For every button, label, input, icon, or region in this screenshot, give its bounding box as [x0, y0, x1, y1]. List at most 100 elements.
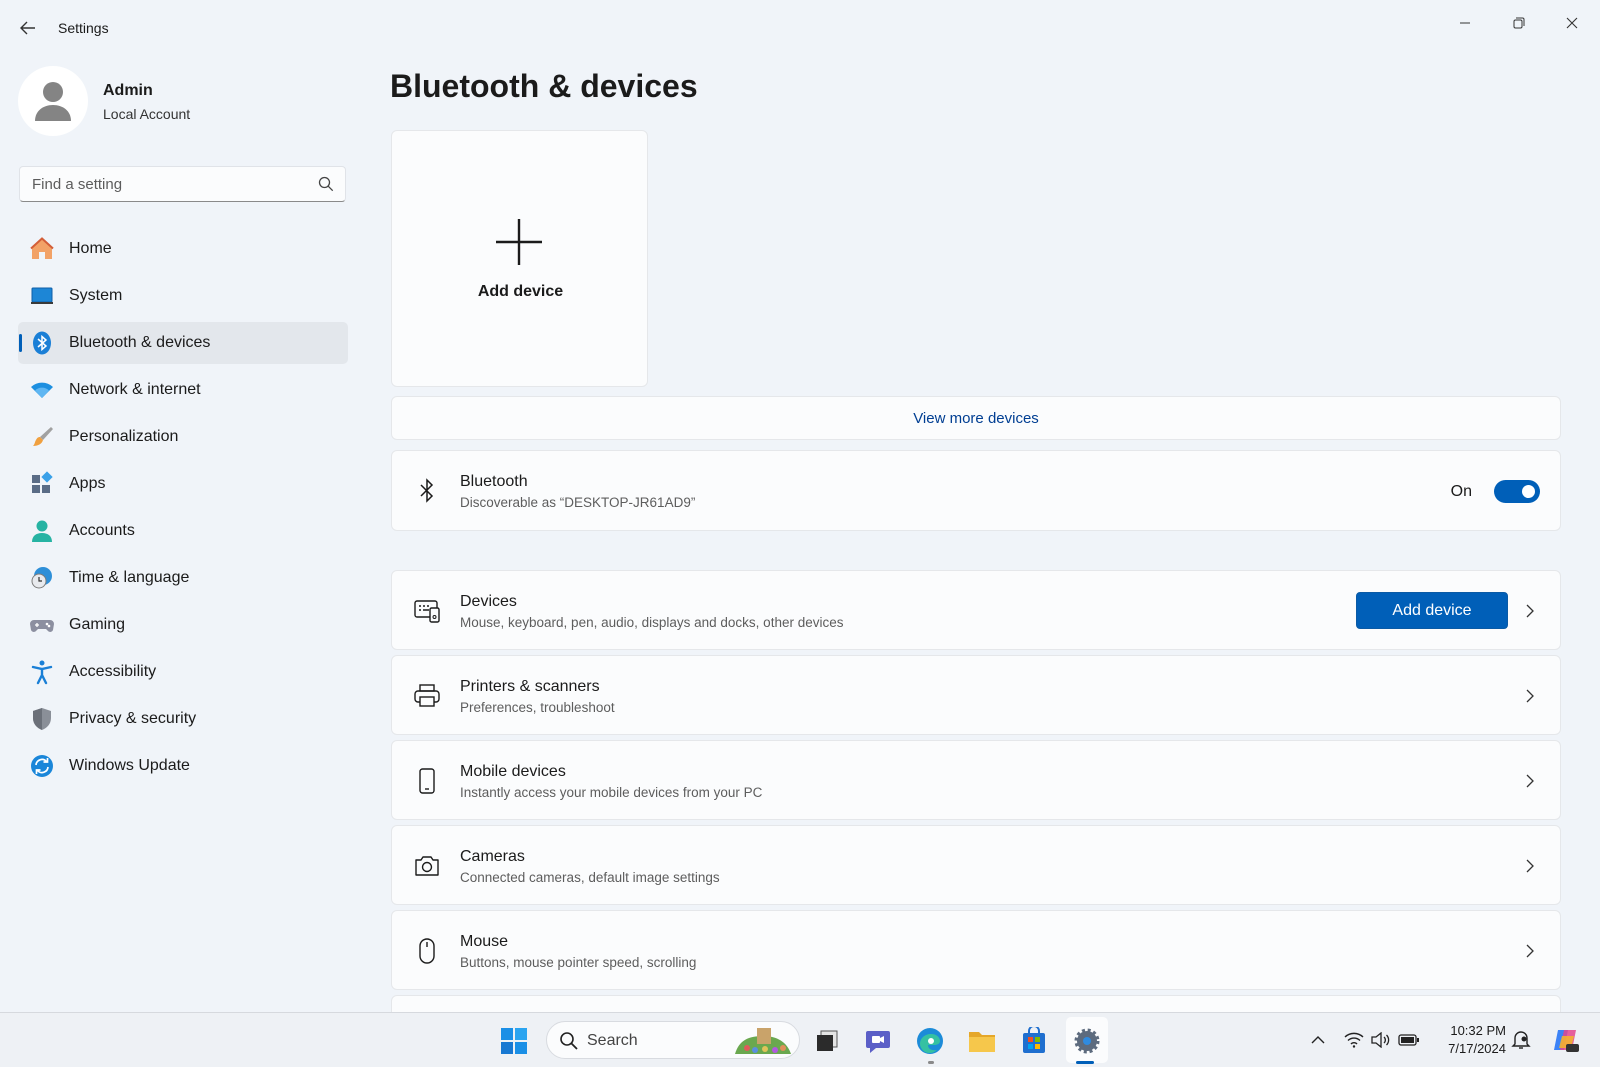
profile-account-type: Local Account [103, 106, 191, 122]
phone-icon [412, 766, 442, 796]
clock-date: 7/17/2024 [1448, 1041, 1506, 1056]
copilot-button[interactable] [1552, 1026, 1580, 1054]
show-hidden-icons-button[interactable] [1307, 1029, 1329, 1051]
edge-browser-button[interactable] [914, 1025, 946, 1057]
add-device-tile[interactable]: Add device [391, 130, 648, 387]
bluetooth-card: Bluetooth Discoverable as “DESKTOP-JR61A… [391, 450, 1561, 531]
speaker-icon [1371, 1032, 1390, 1048]
close-button[interactable] [1549, 6, 1595, 40]
edge-icon [917, 1028, 943, 1054]
devices-card[interactable]: Devices Mouse, keyboard, pen, audio, dis… [391, 570, 1561, 650]
mouse-subtitle: Buttons, mouse pointer speed, scrolling [460, 955, 697, 970]
chevron-up-icon [1311, 1036, 1325, 1044]
cameras-card[interactable]: Cameras Connected cameras, default image… [391, 825, 1561, 905]
sidebar-item-label: Bluetooth & devices [69, 334, 211, 351]
system-icon [29, 283, 55, 309]
user-profile[interactable]: Admin Local Account [18, 66, 348, 138]
chat-icon [866, 1031, 890, 1053]
chevron-right-icon [1526, 944, 1534, 958]
search-icon[interactable] [317, 175, 335, 193]
clock-globe-icon [29, 565, 55, 591]
sidebar-item-network-internet[interactable]: Network & internet [18, 369, 348, 411]
minimize-button[interactable] [1442, 6, 1488, 40]
printers-subtitle: Preferences, troubleshoot [460, 700, 615, 715]
file-explorer-button[interactable] [966, 1025, 998, 1057]
sidebar-item-label: Network & internet [69, 381, 201, 398]
restore-icon [1513, 17, 1525, 29]
sidebar-item-accessibility[interactable]: Accessibility [18, 651, 348, 693]
task-view-button[interactable] [811, 1025, 843, 1057]
windows-logo-icon [501, 1028, 527, 1054]
edge-running-indicator [928, 1061, 934, 1064]
sidebar-item-apps[interactable]: Apps [18, 463, 348, 505]
volume-button[interactable] [1369, 1029, 1391, 1051]
sidebar-item-accounts[interactable]: Accounts [18, 510, 348, 552]
settings-taskbar-button[interactable] [1071, 1025, 1103, 1057]
sidebar-item-personalization[interactable]: Personalization [18, 416, 348, 458]
settings-running-indicator [1076, 1061, 1094, 1064]
keyboard-devices-icon [412, 596, 442, 626]
add-device-tile-label: Add device [477, 283, 564, 300]
sidebar-item-privacy-security[interactable]: Privacy & security [18, 698, 348, 740]
sidebar-item-label: Time & language [69, 569, 190, 586]
mobile-title: Mobile devices [460, 763, 566, 780]
sidebar-item-time-language[interactable]: Time & language [18, 557, 348, 599]
update-icon [29, 753, 55, 779]
wifi-status-button[interactable] [1343, 1029, 1365, 1051]
restore-button[interactable] [1496, 6, 1542, 40]
devices-title: Devices [460, 593, 517, 610]
sidebar-item-home[interactable]: Home [18, 228, 348, 270]
cameras-title: Cameras [460, 848, 525, 865]
sidebar-item-label: Home [69, 240, 112, 257]
gamepad-icon [29, 612, 55, 638]
chat-button[interactable] [862, 1025, 894, 1057]
sidebar-item-system[interactable]: System [18, 275, 348, 317]
notification-bell-icon [1511, 1031, 1531, 1049]
shield-icon [29, 706, 55, 732]
home-icon [29, 236, 55, 262]
taskbar-search-label: Search [587, 1032, 638, 1049]
printers-title: Printers & scanners [460, 678, 600, 695]
sidebar-item-windows-update[interactable]: Windows Update [18, 745, 348, 787]
close-icon [1566, 17, 1578, 29]
add-device-button[interactable]: Add device [1356, 592, 1508, 629]
task-view-icon [817, 1030, 838, 1051]
devices-subtitle: Mouse, keyboard, pen, audio, displays an… [460, 615, 844, 630]
copilot-icon [1554, 1030, 1579, 1052]
start-button[interactable] [498, 1025, 530, 1057]
minimize-icon [1460, 22, 1470, 24]
mobile-devices-card[interactable]: Mobile devices Instantly access your mob… [391, 740, 1561, 820]
search-input[interactable] [20, 167, 310, 201]
sidebar-item-label: Privacy & security [69, 710, 197, 727]
apps-icon [29, 471, 55, 497]
wifi-status-icon [1344, 1032, 1364, 1048]
taskbar: Search 10:32 PM 7/17/2024 [0, 1012, 1600, 1067]
store-button[interactable] [1018, 1025, 1050, 1057]
bluetooth-symbol-icon [412, 476, 442, 506]
chevron-right-icon [1526, 689, 1534, 703]
bluetooth-title: Bluetooth [460, 473, 528, 490]
taskbar-search[interactable]: Search [546, 1021, 800, 1059]
chevron-right-icon [1526, 859, 1534, 873]
back-button[interactable] [14, 16, 42, 40]
taskbar-clock[interactable]: 10:32 PM 7/17/2024 [1430, 1022, 1506, 1058]
user-silhouette-icon [35, 82, 71, 121]
plus-icon [496, 219, 542, 265]
toggle-knob [1522, 485, 1535, 498]
sidebar-item-gaming[interactable]: Gaming [18, 604, 348, 646]
folder-icon [969, 1032, 995, 1052]
notifications-button[interactable] [1510, 1029, 1532, 1051]
chevron-right-icon [1526, 774, 1534, 788]
clock-time: 10:32 PM [1450, 1023, 1506, 1038]
gear-icon [1074, 1028, 1100, 1054]
battery-button[interactable] [1398, 1029, 1420, 1051]
store-icon [1023, 1027, 1045, 1053]
sidebar-item-bluetooth-devices[interactable]: Bluetooth & devices [18, 322, 348, 364]
brush-icon [29, 424, 55, 450]
mouse-card[interactable]: Mouse Buttons, mouse pointer speed, scro… [391, 910, 1561, 990]
accessibility-icon [29, 659, 55, 685]
printer-icon [412, 681, 442, 711]
printers-scanners-card[interactable]: Printers & scanners Preferences, trouble… [391, 655, 1561, 735]
view-more-devices-button[interactable]: View more devices [391, 396, 1561, 440]
bluetooth-toggle[interactable] [1494, 480, 1540, 503]
